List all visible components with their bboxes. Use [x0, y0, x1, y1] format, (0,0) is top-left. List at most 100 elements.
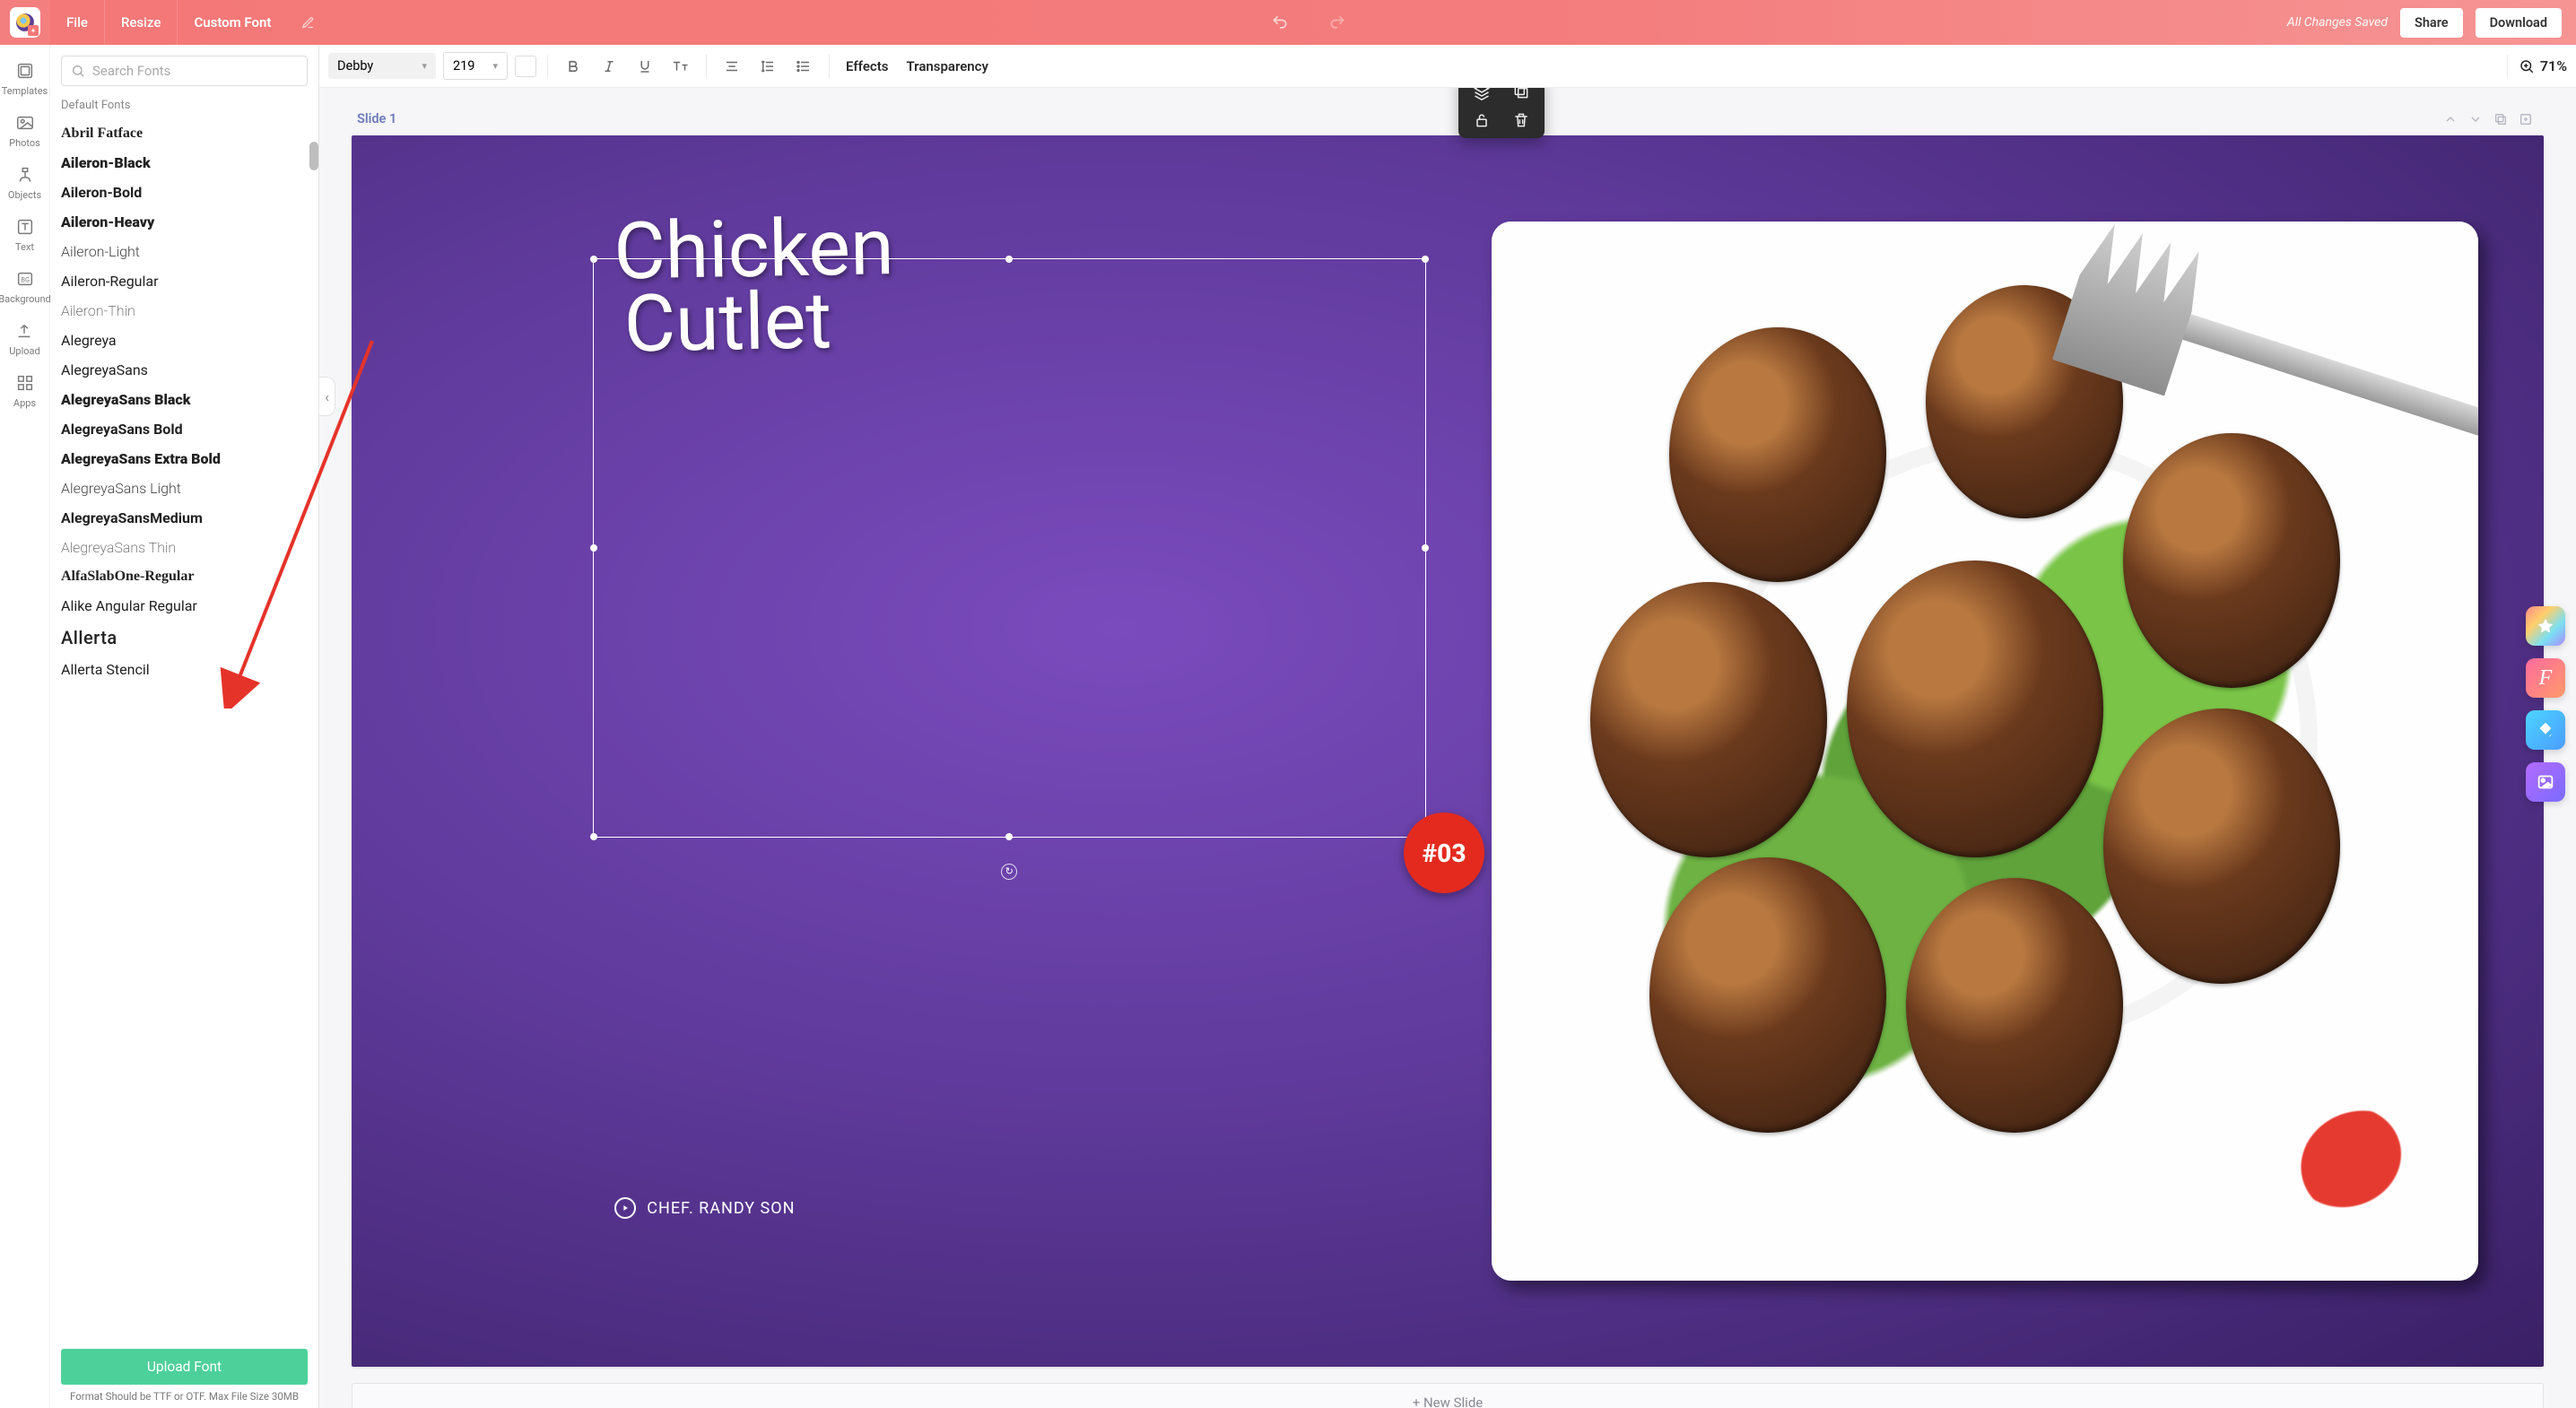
- font-list-item[interactable]: Aileron-Black: [61, 148, 308, 178]
- font-family-value: Debby: [337, 58, 373, 74]
- delete-icon[interactable]: [1507, 111, 1536, 129]
- font-sidebar: Default Fonts Abril FatfaceAileron-Black…: [50, 45, 319, 1408]
- font-list-item[interactable]: Aileron-Heavy: [61, 207, 308, 237]
- copy-icon[interactable]: [1507, 88, 1536, 100]
- font-list-item[interactable]: Alegreya: [61, 326, 308, 355]
- search-input[interactable]: [92, 63, 298, 79]
- resize-handle[interactable]: [590, 544, 597, 552]
- resize-handle[interactable]: [1422, 544, 1429, 552]
- add-slide-icon[interactable]: [2513, 112, 2538, 126]
- text-case-icon[interactable]: [666, 52, 695, 81]
- font-list-item[interactable]: AlegreyaSans Light: [61, 474, 308, 503]
- selection-box[interactable]: ↻: [593, 258, 1426, 837]
- food-image[interactable]: [1492, 222, 2478, 1281]
- align-icon[interactable]: [718, 52, 746, 81]
- line-spacing-icon[interactable]: [753, 52, 782, 81]
- duplicate-slide-icon[interactable]: [2488, 112, 2513, 126]
- rail-templates[interactable]: Templates: [2, 61, 48, 97]
- slide-canvas[interactable]: Chicken Cutlet ↻: [352, 135, 2544, 1367]
- rail-label: Upload: [9, 345, 39, 357]
- menu-resize[interactable]: Resize: [105, 0, 178, 45]
- rotate-handle[interactable]: ↻: [1001, 864, 1017, 880]
- rail-label: Objects: [8, 189, 41, 201]
- resize-handle[interactable]: [1005, 833, 1013, 840]
- bold-icon[interactable]: [559, 52, 587, 81]
- search-icon: [71, 64, 85, 78]
- float-fill-icon[interactable]: [2526, 710, 2565, 750]
- font-list-item[interactable]: Aileron-Light: [61, 237, 308, 266]
- right-float-rail: F: [2526, 606, 2565, 802]
- font-section-label: Default Fonts: [61, 95, 308, 119]
- font-list-item[interactable]: Aileron-Thin: [61, 296, 308, 326]
- edit-title-icon[interactable]: [287, 16, 329, 30]
- resize-handle[interactable]: [1422, 256, 1429, 263]
- float-palette-icon[interactable]: [2526, 606, 2565, 646]
- effects-button[interactable]: Effects: [840, 58, 893, 74]
- font-list-item[interactable]: Allerta Stencil: [61, 655, 308, 684]
- font-list-item[interactable]: AlegreyaSans Extra Bold: [61, 444, 308, 474]
- slide-down-icon[interactable]: [2463, 112, 2488, 126]
- font-list-item[interactable]: Aileron-Bold: [61, 178, 308, 207]
- chef-caption[interactable]: CHEF. RANDY SON: [614, 1197, 795, 1219]
- menu-custom-font[interactable]: Custom Font: [178, 0, 287, 45]
- toolbar-divider: [547, 55, 548, 78]
- download-button[interactable]: Download: [2476, 8, 2562, 38]
- save-status: All Changes Saved: [2287, 15, 2388, 30]
- play-icon: [614, 1197, 636, 1219]
- rail-upload[interactable]: Upload: [9, 321, 39, 357]
- font-list-item[interactable]: AlegreyaSans Bold: [61, 414, 308, 444]
- app-logo[interactable]: ✦: [0, 0, 50, 45]
- rail-photos[interactable]: Photos: [9, 113, 40, 149]
- transparency-button[interactable]: Transparency: [901, 58, 993, 74]
- text-color-swatch[interactable]: [515, 56, 536, 77]
- scrollbar-thumb[interactable]: [309, 142, 318, 170]
- zoom-value: 71%: [2540, 57, 2567, 74]
- slide-up-icon[interactable]: [2438, 112, 2463, 126]
- undo-icon[interactable]: [1269, 13, 1291, 31]
- font-list-item[interactable]: AlegreyaSans: [61, 355, 308, 385]
- underline-icon[interactable]: [631, 52, 659, 81]
- font-list-item[interactable]: Allerta: [61, 621, 308, 655]
- font-family-select[interactable]: Debby ▾: [328, 53, 436, 79]
- number-badge[interactable]: #03: [1404, 813, 1484, 893]
- rail-objects[interactable]: Objects: [8, 165, 41, 201]
- float-font-icon[interactable]: F: [2526, 658, 2565, 698]
- font-list-item[interactable]: Aileron-Regular: [61, 266, 308, 296]
- resize-handle[interactable]: [590, 256, 597, 263]
- rail-apps[interactable]: Apps: [13, 373, 36, 409]
- rail-label: Photos: [9, 137, 40, 149]
- chevron-down-icon: ▾: [492, 60, 498, 72]
- redo-icon[interactable]: [1327, 13, 1348, 31]
- font-size-select[interactable]: 219 ▾: [443, 52, 508, 80]
- resize-handle[interactable]: [1005, 256, 1013, 263]
- slide-label: Slide 1: [357, 111, 396, 126]
- resize-handle[interactable]: [590, 833, 597, 840]
- font-list-item[interactable]: AlegreyaSans Thin: [61, 533, 308, 562]
- font-list-item[interactable]: AlegreyaSansMedium: [61, 503, 308, 533]
- upload-note: Format Should be TTF or OTF. Max File Si…: [61, 1385, 308, 1403]
- chef-name: CHEF. RANDY SON: [647, 1199, 795, 1218]
- upload-font-button[interactable]: Upload Font: [61, 1349, 308, 1385]
- list-icon[interactable]: [789, 52, 818, 81]
- search-input-wrap[interactable]: [61, 56, 308, 86]
- zoom-control[interactable]: 71%: [2519, 57, 2567, 74]
- font-list-item[interactable]: Abril Fatface: [61, 119, 308, 148]
- chevron-down-icon: ▾: [422, 60, 427, 72]
- font-list-item[interactable]: AlfaSlabOne-Regular: [61, 562, 308, 591]
- menu-file[interactable]: File: [50, 0, 105, 45]
- collapse-sidebar-button[interactable]: ‹: [319, 377, 335, 416]
- font-size-value: 219: [453, 58, 474, 74]
- new-slide-button[interactable]: + New Slide: [352, 1383, 2544, 1408]
- rail-background[interactable]: BG Background: [0, 269, 51, 305]
- font-list-item[interactable]: Alike Angular Regular: [61, 591, 308, 621]
- font-list[interactable]: Default Fonts Abril FatfaceAileron-Black…: [50, 95, 318, 1342]
- float-image-icon[interactable]: [2526, 762, 2565, 802]
- rail-text[interactable]: Text: [15, 217, 35, 253]
- share-button[interactable]: Share: [2400, 8, 2463, 38]
- italic-icon[interactable]: [595, 52, 623, 81]
- layers-icon[interactable]: [1467, 88, 1496, 100]
- toolbar-divider: [706, 55, 707, 78]
- toolbar-divider: [829, 55, 830, 78]
- lock-icon[interactable]: [1467, 111, 1496, 129]
- font-list-item[interactable]: AlegreyaSans Black: [61, 385, 308, 414]
